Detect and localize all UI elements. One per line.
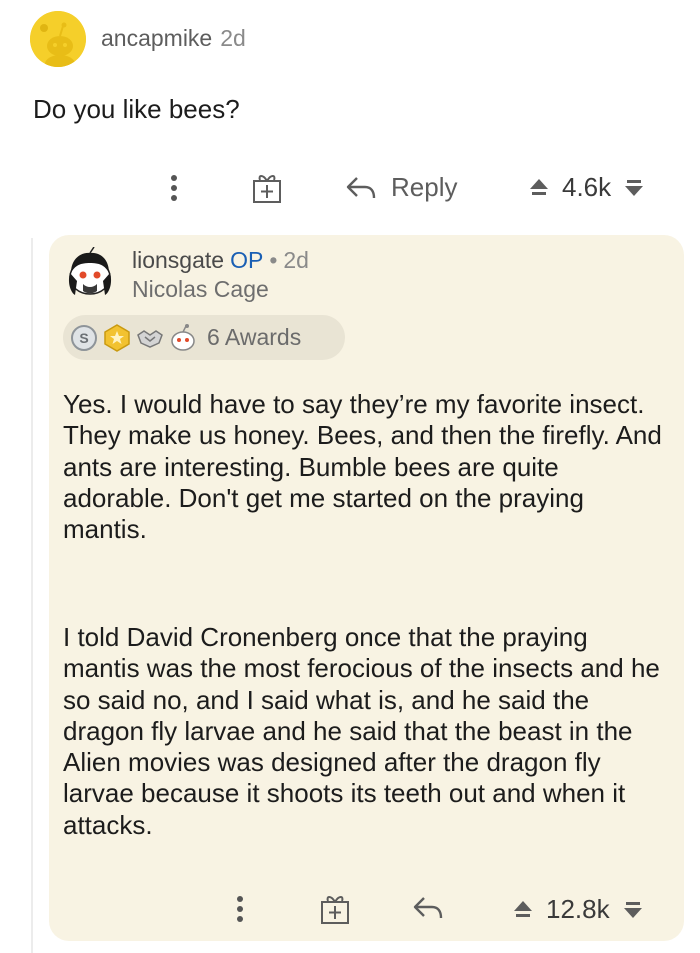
handshake-award-icon [135,323,165,353]
snoo-avatar-icon [30,11,86,67]
vote-count: 12.8k [546,894,610,924]
downvote-button[interactable] [622,898,644,922]
snoo-avatar-icon [68,246,112,295]
svg-text:S: S [79,330,88,346]
awards-count: 6 Awards [207,324,302,350]
reply-paragraph: I told David Cronenberg once that the pr… [63,622,660,840]
downvote-button[interactable] [623,176,645,200]
thread-line[interactable] [31,238,33,953]
reply-arrow-icon [413,897,443,919]
more-icon [237,896,243,922]
more-options-button[interactable] [169,173,179,209]
comment-body: Do you like bees? [33,94,240,124]
reply-button[interactable]: Reply [345,172,457,203]
award-button[interactable] [250,171,284,205]
awards-pill[interactable]: S 6 Awards [63,315,345,360]
upvote-button[interactable] [512,898,534,922]
username[interactable]: ancapmike [101,25,212,52]
vote-count: 4.6k [562,172,612,202]
reply-paragraph: Yes. I would have to say they’re my favo… [63,389,662,545]
avatar[interactable] [30,11,86,67]
reply-label: Reply [391,172,458,202]
snoo-award-icon [168,323,198,353]
more-icon [171,175,177,201]
reply-button[interactable] [412,895,444,926]
op-badge: OP [230,247,264,273]
op-avatar[interactable] [65,246,115,299]
reply-arrow-icon [346,176,376,198]
upvote-icon [530,178,548,195]
gift-award-icon [253,175,281,203]
downvote-icon [625,179,644,196]
award-button[interactable] [318,892,352,926]
gold-award-icon [102,323,132,353]
silver-award-icon: S [69,323,99,353]
upvote-icon [514,900,532,917]
timestamp: 2d [220,25,246,51]
more-options-button[interactable] [235,894,245,929]
downvote-icon [623,901,642,918]
username[interactable]: lionsgate [132,247,224,274]
user-flair: Nicolas Cage [132,276,269,302]
gift-award-icon [321,896,349,924]
separator-dot: • [269,247,278,273]
timestamp: 2d [283,247,309,273]
upvote-button[interactable] [528,176,550,200]
